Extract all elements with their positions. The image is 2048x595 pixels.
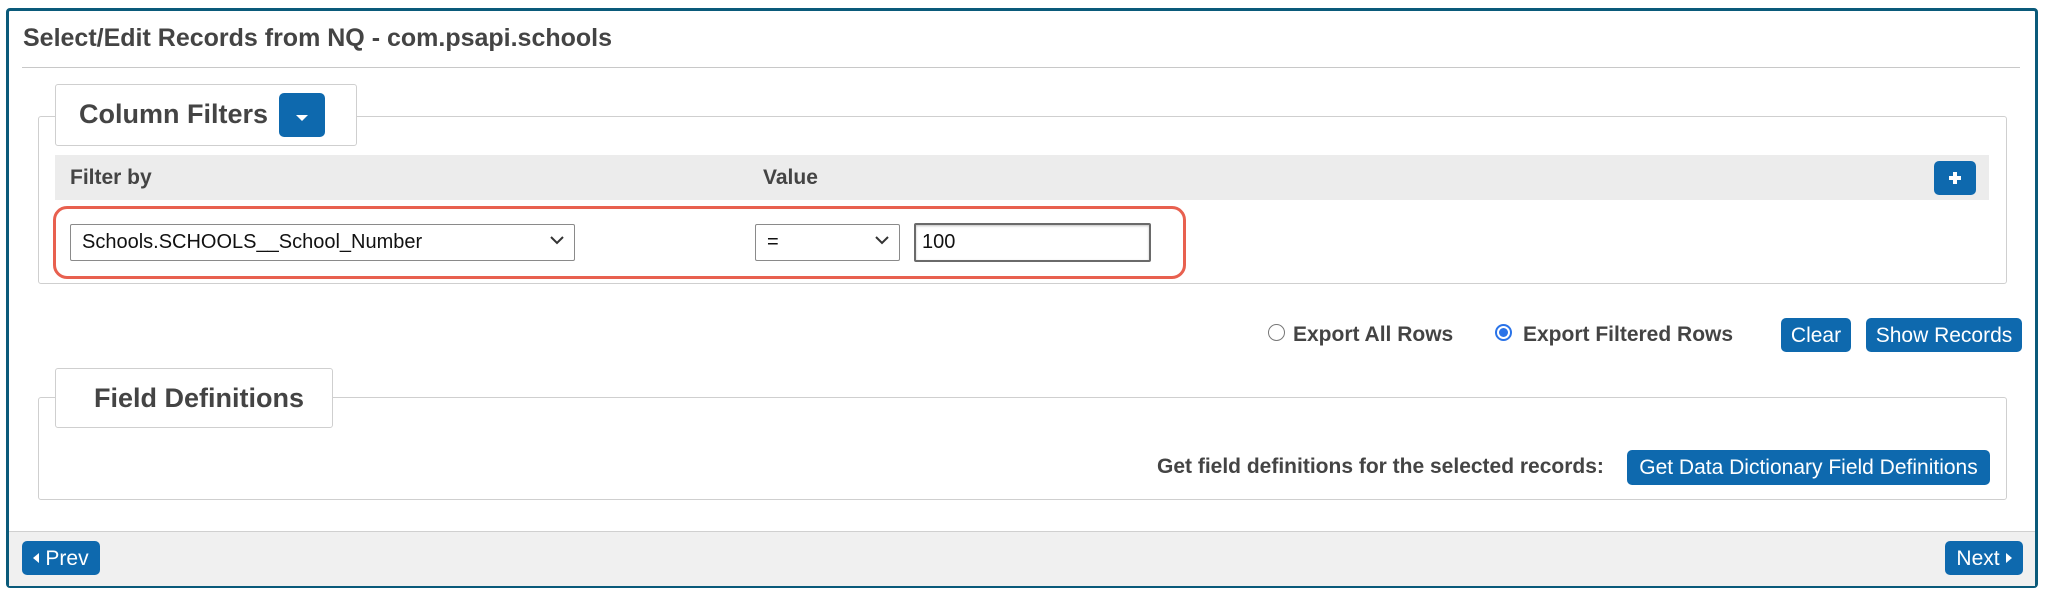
prev-label: Prev xyxy=(45,546,89,570)
prev-button[interactable]: Prev xyxy=(22,541,100,575)
filter-field-value: Schools.SCHOOLS__School_Number xyxy=(82,231,423,253)
export-filtered-rows-label[interactable]: Export Filtered Rows xyxy=(1523,323,1733,347)
column-filters-menu-button[interactable] xyxy=(279,93,325,137)
plus-icon xyxy=(1948,168,1962,189)
filter-table-header xyxy=(55,155,1989,200)
next-button[interactable]: Next xyxy=(1945,541,2023,575)
next-label: Next xyxy=(1956,546,2000,570)
chevron-down-icon xyxy=(875,233,889,247)
clear-button[interactable]: Clear xyxy=(1781,318,1851,352)
field-definitions-title: Field Definitions xyxy=(94,383,305,413)
export-all-rows-label[interactable]: Export All Rows xyxy=(1293,323,1453,347)
caret-right-icon xyxy=(2005,553,2012,563)
chevron-down-icon xyxy=(550,233,564,247)
page-title: Select/Edit Records from NQ - com.psapi.… xyxy=(23,24,613,52)
filter-value-input[interactable]: 100 xyxy=(914,223,1151,262)
caret-left-icon xyxy=(33,553,40,563)
get-data-dictionary-button[interactable]: Get Data Dictionary Field Definitions xyxy=(1627,450,1990,485)
filter-field-select[interactable]: Schools.SCHOOLS__School_Number xyxy=(70,224,575,261)
add-filter-button[interactable] xyxy=(1934,161,1976,195)
title-divider xyxy=(22,67,2020,68)
filter-operator-select[interactable]: = xyxy=(755,224,900,261)
export-filtered-rows-radio[interactable] xyxy=(1495,324,1512,341)
filter-by-header: Filter by xyxy=(70,166,152,189)
column-filters-title: Column Filters xyxy=(79,99,269,129)
field-definitions-prompt: Get field definitions for the selected r… xyxy=(1157,455,1604,478)
filter-operator-value: = xyxy=(767,231,779,253)
pagination-footer xyxy=(9,531,2035,586)
caret-down-icon xyxy=(295,105,309,126)
export-all-rows-radio[interactable] xyxy=(1268,324,1285,341)
filter-value-text: 100 xyxy=(922,231,956,253)
show-records-button[interactable]: Show Records xyxy=(1866,318,2022,352)
value-header: Value xyxy=(763,166,818,189)
